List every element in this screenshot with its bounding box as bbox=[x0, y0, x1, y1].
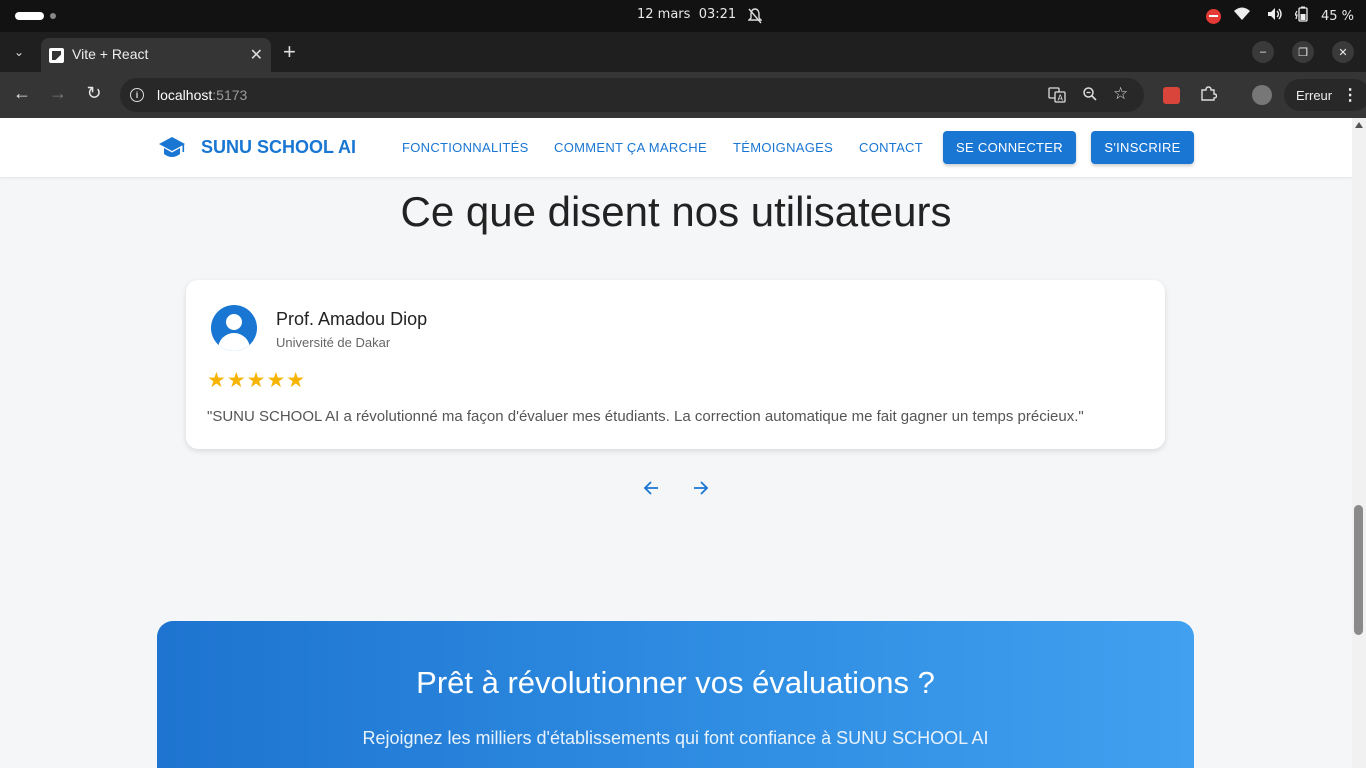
scroll-up-arrow-icon[interactable] bbox=[1355, 122, 1363, 128]
svg-text:A: A bbox=[1058, 94, 1064, 103]
graduation-cap-icon[interactable] bbox=[158, 136, 186, 165]
brand-name[interactable]: SUNU SCHOOL AI bbox=[201, 137, 356, 158]
extension-icon[interactable] bbox=[1163, 87, 1180, 104]
battery-icon bbox=[1293, 6, 1309, 26]
workspace-dot bbox=[50, 13, 56, 19]
extensions-puzzle-icon[interactable] bbox=[1200, 85, 1218, 107]
wifi-icon bbox=[1233, 7, 1255, 25]
bookmark-star-icon[interactable]: ☆ bbox=[1113, 84, 1128, 104]
restore-window-icon[interactable]: ❐ bbox=[1292, 41, 1314, 63]
browser-tab-strip: ⌄ Vite + React ✕ + – ❐ ✕ bbox=[0, 32, 1366, 72]
back-arrow-icon[interactable]: ← bbox=[10, 83, 34, 104]
date-text: 12 mars bbox=[637, 7, 691, 22]
cta-subtitle: Rejoignez les milliers d'établissements … bbox=[362, 728, 989, 748]
page-scrollbar[interactable] bbox=[1352, 118, 1366, 768]
nav-link-contact[interactable]: CONTACT bbox=[859, 140, 923, 155]
tab-favicon-icon bbox=[49, 48, 64, 63]
testimonial-quote: "SUNU SCHOOL AI a révolutionné ma façon … bbox=[207, 408, 1084, 425]
translate-icon[interactable]: A bbox=[1048, 86, 1066, 108]
nav-link-features[interactable]: FONCTIONNALITÉS bbox=[402, 140, 529, 155]
profile-avatar-icon[interactable] bbox=[1252, 85, 1272, 105]
tab-title: Vite + React bbox=[72, 46, 149, 62]
next-arrow-button[interactable] bbox=[687, 474, 715, 502]
tab-close-icon[interactable]: ✕ bbox=[250, 45, 263, 65]
new-tab-plus-icon[interactable]: + bbox=[283, 39, 296, 65]
url-port: :5173 bbox=[212, 87, 248, 103]
user-avatar-icon bbox=[211, 305, 257, 351]
url-text[interactable]: localhost:5173 bbox=[157, 87, 247, 103]
do-not-disturb-icon bbox=[1205, 8, 1221, 24]
browser-menu-kebab-icon[interactable]: ⋮ bbox=[1342, 85, 1358, 105]
clock[interactable]: 12 mars 03:21 bbox=[637, 7, 736, 22]
forward-arrow-icon[interactable]: → bbox=[46, 83, 70, 104]
zoom-icon[interactable] bbox=[1082, 86, 1098, 106]
nav-link-testimonials[interactable]: TÉMOIGNAGES bbox=[733, 140, 833, 155]
arrow-left-icon bbox=[643, 481, 658, 495]
time-text: 03:21 bbox=[698, 7, 737, 22]
close-window-icon[interactable]: ✕ bbox=[1332, 41, 1354, 63]
notifications-muted-icon bbox=[747, 8, 763, 28]
battery-percent: 45 % bbox=[1320, 8, 1354, 24]
tab-search-chevron-down-icon[interactable]: ⌄ bbox=[8, 41, 30, 63]
call-to-action-banner: Prêt à révolutionner vos évaluations ? R… bbox=[157, 621, 1194, 768]
minimize-window-icon[interactable]: – bbox=[1252, 41, 1274, 63]
url-host: localhost bbox=[157, 87, 213, 103]
web-page: SUNU SCHOOL AI FONCTIONNALITÉS COMMENT Ç… bbox=[0, 118, 1352, 768]
rating-stars: ★★★★★ bbox=[207, 368, 307, 392]
browser-toolbar: ← → ↻ i localhost:5173 A ☆ Erreur ⋮ bbox=[0, 72, 1366, 118]
browser-tab[interactable]: Vite + React ✕ bbox=[41, 38, 271, 72]
testimonial-author-organization: Université de Dakar bbox=[276, 335, 391, 350]
previous-arrow-button[interactable] bbox=[637, 474, 665, 502]
arrow-right-icon bbox=[694, 481, 709, 495]
reload-icon[interactable]: ↻ bbox=[82, 83, 106, 104]
testimonials-title: Ce que disent nos utilisateurs bbox=[400, 188, 952, 235]
scrollbar-thumb[interactable] bbox=[1354, 505, 1363, 635]
testimonial-card: Prof. Amadou Diop Université de Dakar ★★… bbox=[186, 280, 1165, 449]
nav-link-how-it-works[interactable]: COMMENT ÇA MARCHE bbox=[554, 140, 707, 155]
activities-indicator[interactable] bbox=[15, 12, 44, 20]
error-label: Erreur bbox=[1296, 87, 1333, 103]
profile-error-chip[interactable]: Erreur ⋮ bbox=[1284, 79, 1366, 111]
site-navbar: SUNU SCHOOL AI FONCTIONNALITÉS COMMENT Ç… bbox=[0, 118, 1352, 177]
cta-title: Prêt à révolutionner vos évaluations ? bbox=[416, 665, 935, 700]
login-button[interactable]: SE CONNECTER bbox=[943, 131, 1076, 164]
volume-icon bbox=[1267, 7, 1283, 25]
testimonial-author-name: Prof. Amadou Diop bbox=[276, 309, 428, 329]
os-top-bar: 12 mars 03:21 45 % bbox=[0, 0, 1366, 32]
site-info-icon[interactable]: i bbox=[130, 88, 144, 102]
signup-button[interactable]: S'INSCRIRE bbox=[1091, 131, 1194, 164]
address-bar[interactable]: i localhost:5173 A ☆ bbox=[120, 78, 1144, 112]
